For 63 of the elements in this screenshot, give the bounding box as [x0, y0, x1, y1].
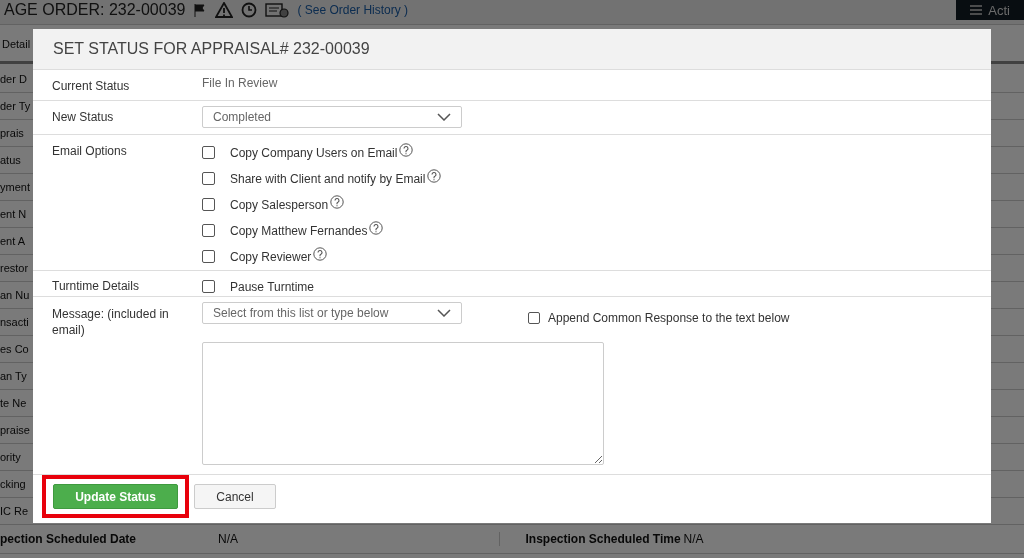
field-label: Email Options [52, 143, 128, 158]
field-label: Inspection Scheduled Time [525, 532, 682, 546]
option-label: Copy Matthew Fernandes [230, 223, 368, 238]
field-label: praise [0, 424, 30, 436]
dialog-title: SET STATUS FOR APPRAISAL# 232-00039 [53, 40, 370, 58]
field-label: an Ty [0, 370, 27, 382]
chevron-down-icon [437, 309, 451, 317]
field-label: es Co [0, 343, 29, 355]
field-label: Current Status [52, 79, 131, 93]
field-label: prais [0, 127, 24, 139]
page-title: AGE ORDER: 232-00039 [4, 1, 186, 19]
field-label: te Ne [0, 397, 27, 409]
checkbox[interactable] [202, 224, 215, 237]
field-label: ent N [0, 208, 27, 220]
order-history-link[interactable]: ( See Order History ) [297, 3, 409, 17]
checkbox[interactable] [528, 312, 540, 324]
help-icon[interactable] [313, 246, 328, 261]
field-label: nsacti [0, 316, 29, 328]
field-value: N/A [218, 532, 238, 546]
actions-button[interactable]: Acti [956, 0, 1024, 20]
field-label: restor [0, 262, 29, 274]
field-label: pection Scheduled Date [0, 532, 138, 546]
checkbox[interactable] [202, 198, 215, 211]
checkbox[interactable] [202, 250, 215, 263]
document-clock-icon [265, 2, 290, 18]
field-label: IC Re [0, 505, 29, 517]
flag-icon [193, 3, 208, 17]
update-status-button[interactable]: Update Status [53, 484, 178, 509]
response-dropdown[interactable]: Select from this list or type below [202, 302, 462, 324]
details-tab[interactable]: Detail [2, 38, 31, 50]
checkbox[interactable] [202, 146, 215, 159]
message-field[interactable] [202, 342, 604, 465]
help-icon[interactable] [369, 220, 384, 235]
cancel-button[interactable]: Cancel [194, 484, 276, 509]
field-label: der D [0, 73, 27, 85]
option-label: Copy Reviewer [230, 249, 312, 264]
status-dropdown[interactable]: Completed [202, 106, 462, 128]
field-label: ent A [0, 235, 26, 247]
field-label: an Nu [0, 289, 30, 301]
field-value: N/A [683, 532, 704, 546]
field-label: Message: (included in email) [52, 306, 170, 338]
field-value: File In Review [202, 76, 278, 90]
option-label: Copy Company Users on Email [230, 145, 398, 160]
help-icon[interactable] [427, 168, 442, 183]
option-label: Pause Turntime [230, 279, 315, 294]
option-label: Share with Client and notify by Email [230, 171, 426, 186]
field-label: New Status [52, 109, 115, 124]
field-label: Turntime Details [52, 278, 140, 293]
option-label: Append Common Response to the text below [548, 311, 790, 325]
option-label: Copy Salesperson [230, 197, 329, 212]
checkbox[interactable] [202, 172, 215, 185]
field-label: yment [0, 181, 30, 193]
help-icon[interactable] [330, 194, 345, 209]
warning-icon [215, 2, 234, 18]
clock-icon [241, 2, 258, 18]
field-label: atus [0, 154, 21, 166]
checkbox[interactable] [202, 280, 215, 293]
menu-icon [970, 5, 983, 15]
help-icon[interactable] [399, 142, 414, 157]
field-label: cking [0, 478, 26, 490]
field-label: der Ty [0, 100, 31, 112]
chevron-down-icon [437, 113, 451, 121]
field-label: ority [0, 451, 21, 463]
